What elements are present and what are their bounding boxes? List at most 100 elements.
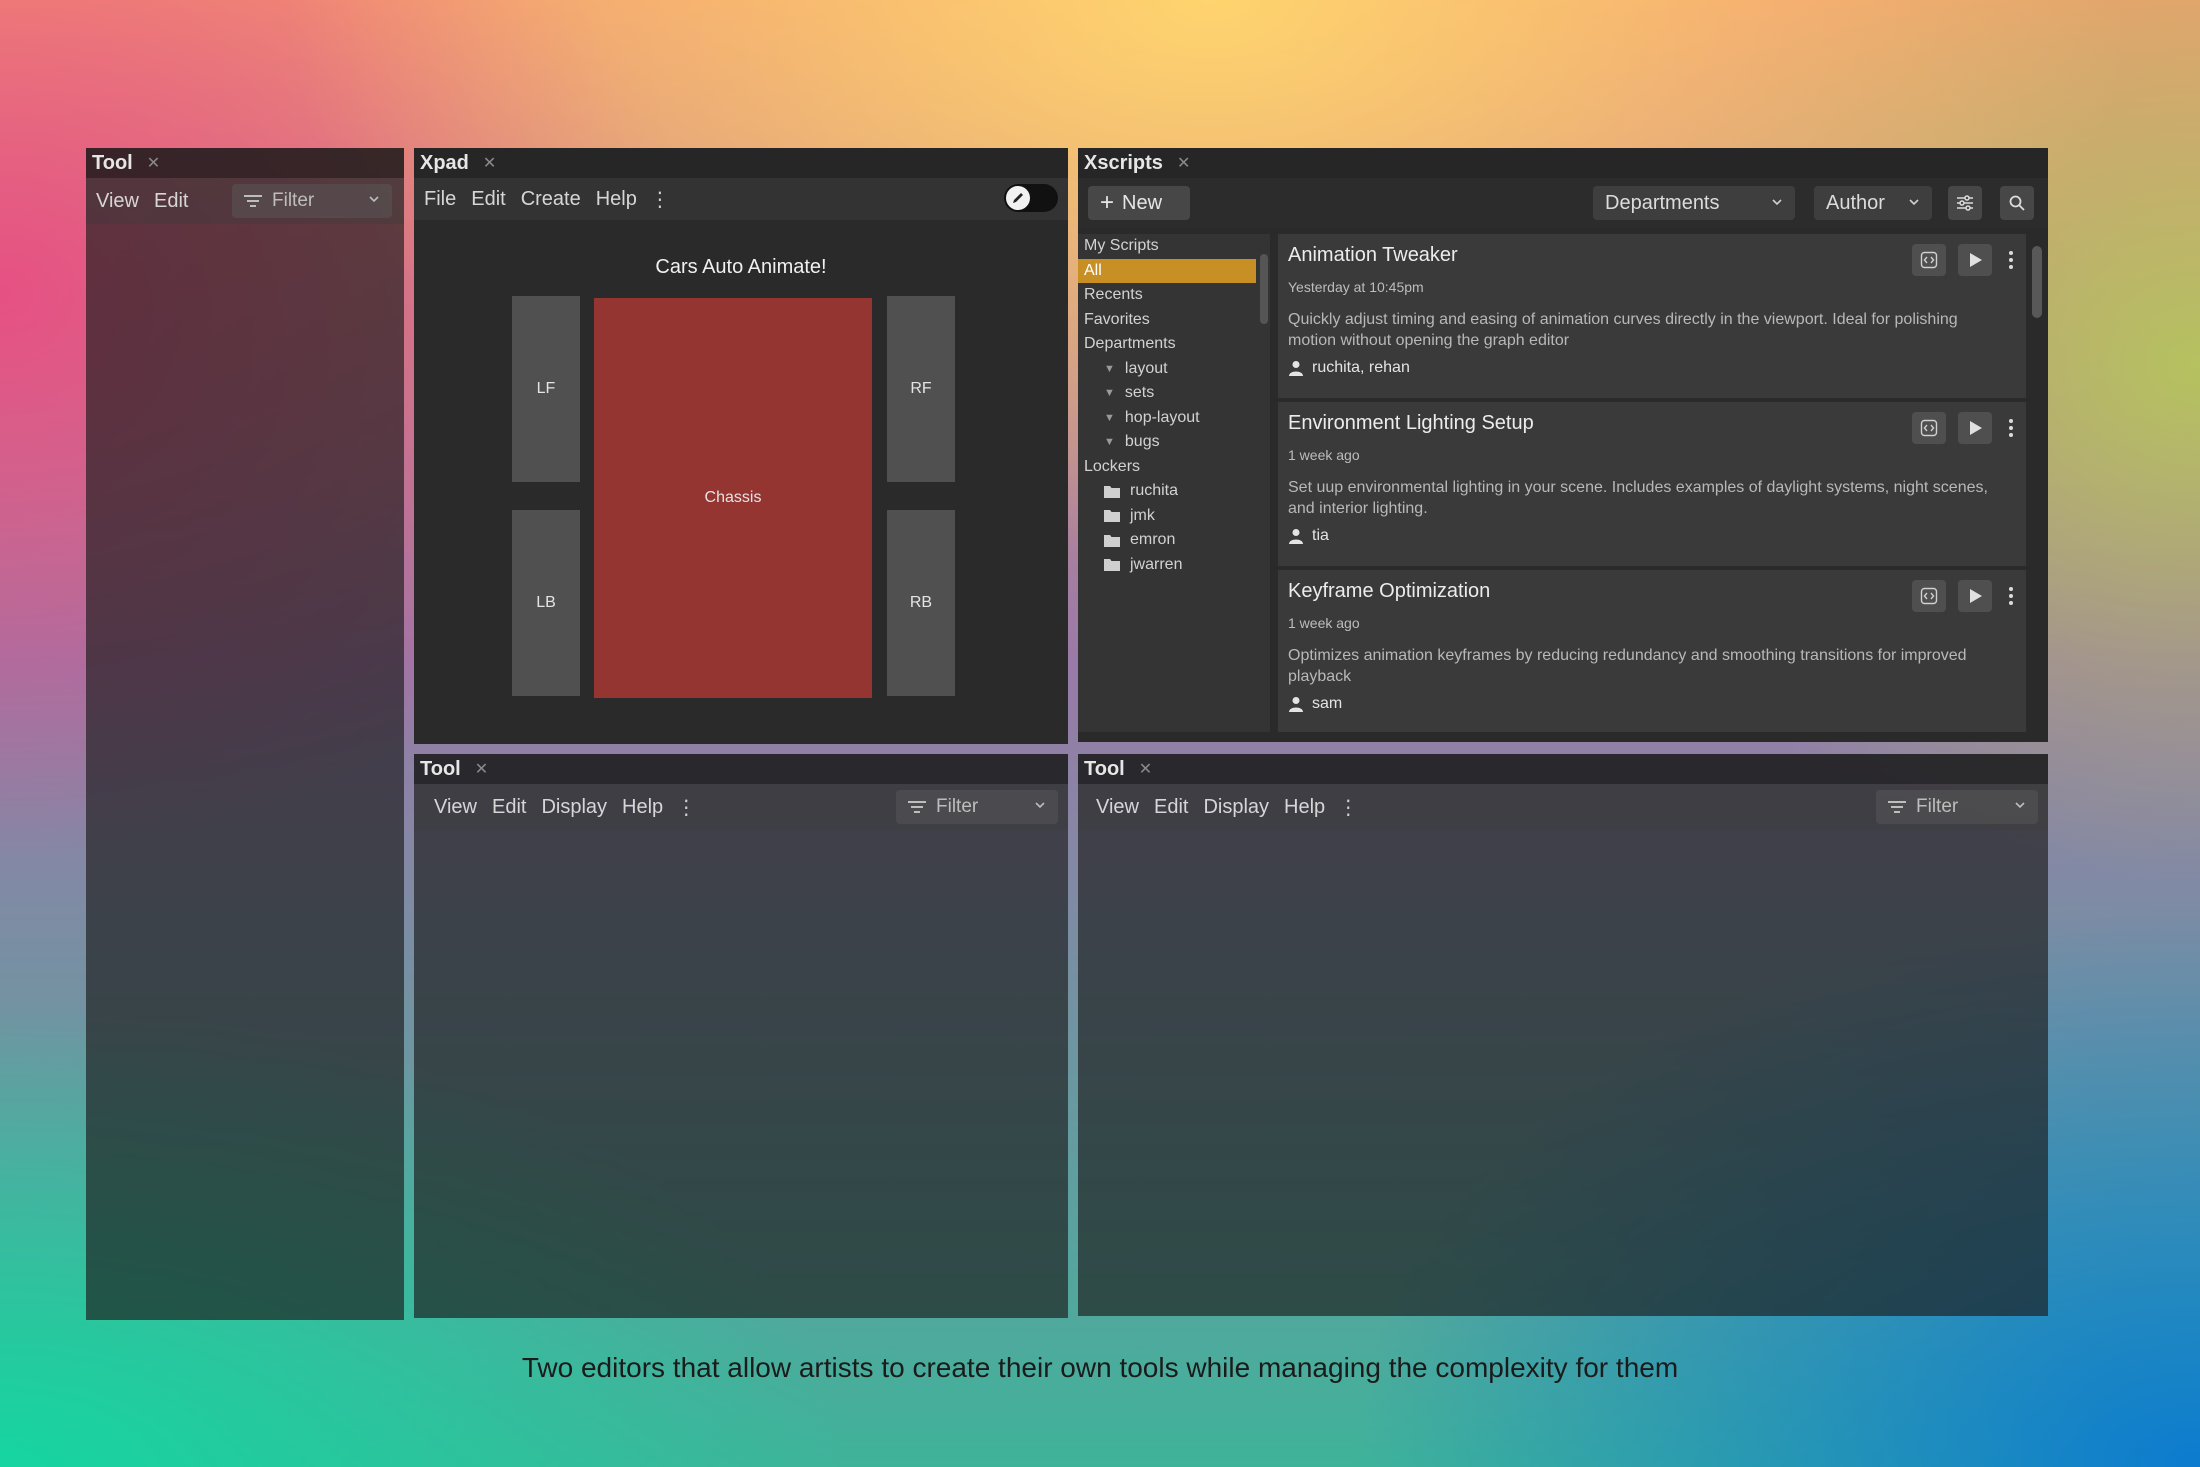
pencil-icon: [1006, 186, 1030, 210]
tab-title[interactable]: Tool: [92, 152, 133, 175]
sidebar-scrollbar[interactable]: [1260, 254, 1268, 324]
menu-display[interactable]: Display: [1203, 796, 1269, 819]
view-code-button[interactable]: [1912, 244, 1946, 276]
locker-label: ruchita: [1130, 482, 1179, 500]
menu-edit[interactable]: Edit: [471, 188, 505, 211]
departments-dropdown[interactable]: Departments: [1593, 186, 1795, 220]
code-icon: [1920, 251, 1938, 269]
chassis[interactable]: Chassis: [594, 298, 872, 698]
more-options-icon[interactable]: [2006, 418, 2016, 439]
play-icon: [1970, 253, 1982, 267]
user-icon: [1289, 697, 1303, 712]
more-options-icon[interactable]: [2006, 250, 2016, 271]
author-names: ruchita, rehan: [1312, 359, 1410, 376]
user-icon: [1289, 529, 1303, 544]
tool-panel-left: Tool ✕ View Edit Filter: [86, 148, 404, 1320]
more-options-icon[interactable]: ⋮: [1338, 795, 1358, 820]
chevron-down-icon: [2015, 802, 2025, 809]
menu-edit[interactable]: Edit: [492, 796, 526, 819]
menu-help[interactable]: Help: [1284, 796, 1325, 819]
department-label: sets: [1124, 384, 1155, 402]
filter-dropdown[interactable]: Filter: [232, 184, 392, 218]
menu-create[interactable]: Create: [521, 188, 581, 211]
sidebar-item-locker[interactable]: ruchita: [1078, 479, 1270, 504]
locker-label: jmk: [1130, 506, 1155, 524]
filter-dropdown[interactable]: Filter: [896, 790, 1058, 824]
menu-view[interactable]: View: [434, 796, 477, 819]
run-button[interactable]: [1958, 244, 1992, 276]
wheel-rb[interactable]: RB: [887, 510, 955, 696]
author-label: Author: [1826, 191, 1885, 214]
close-icon[interactable]: ✕: [1177, 153, 1190, 173]
script-author: ruchita, rehan: [1288, 359, 2016, 377]
script-author: tia: [1288, 527, 2016, 545]
settings-sliders-button[interactable]: [1948, 186, 1982, 220]
script-list-scrollbar[interactable]: [2032, 246, 2042, 318]
script-card[interactable]: Environment Lighting Setup 1 week ago Se…: [1278, 402, 2026, 566]
menu-display[interactable]: Display: [541, 796, 607, 819]
sidebar-item-locker[interactable]: emron: [1078, 528, 1270, 553]
menu-edit[interactable]: Edit: [154, 190, 188, 213]
wheel-rf[interactable]: RF: [887, 296, 955, 482]
search-button[interactable]: [2000, 186, 2034, 220]
menu-view[interactable]: View: [1096, 796, 1139, 819]
close-icon[interactable]: ✕: [147, 153, 160, 173]
wheel-lf[interactable]: LF: [512, 296, 580, 482]
xpad-panel: Xpad ✕ File Edit Create Help ⋮ Cars Auto…: [414, 148, 1068, 744]
run-button[interactable]: [1958, 412, 1992, 444]
caption-text: Two editors that allow artists to create…: [521, 1352, 1679, 1383]
folder-icon: [1104, 534, 1120, 547]
view-code-button[interactable]: [1912, 580, 1946, 612]
author-dropdown[interactable]: Author: [1814, 186, 1932, 220]
chevron-down-icon: [1909, 199, 1919, 206]
close-icon[interactable]: ✕: [483, 153, 496, 173]
sidebar-item-department[interactable]: ▼ sets: [1078, 381, 1270, 406]
menu-help[interactable]: Help: [622, 796, 663, 819]
filter-dropdown[interactable]: Filter: [1876, 790, 2038, 824]
locker-label: jwarren: [1130, 555, 1183, 573]
sidebar-item-locker[interactable]: jwarren: [1078, 553, 1270, 578]
tab-bar: Xpad ✕: [414, 148, 1068, 178]
search-icon: [2009, 195, 2025, 211]
sidebar-item-favorites[interactable]: Favorites: [1078, 308, 1270, 333]
sidebar-header-my-scripts: My Scripts: [1084, 237, 1159, 255]
sidebar-item-department[interactable]: ▼ bugs: [1078, 430, 1270, 455]
script-card[interactable]: Keyframe Optimization 1 week ago Optimiz…: [1278, 570, 2026, 732]
close-icon[interactable]: ✕: [1139, 759, 1152, 779]
sidebar-item-locker[interactable]: jmk: [1078, 504, 1270, 529]
wheel-lb[interactable]: LB: [512, 510, 580, 696]
menu-file[interactable]: File: [424, 188, 456, 211]
sidebar-item-recents[interactable]: Recents: [1078, 283, 1270, 308]
code-icon: [1920, 419, 1938, 437]
close-icon[interactable]: ✕: [475, 759, 488, 779]
menu-help[interactable]: Help: [596, 188, 637, 211]
filter-icon: [244, 192, 262, 210]
scripts-sidebar: My Scripts All Recents Favorites Departm…: [1078, 234, 1270, 732]
view-code-button[interactable]: [1912, 412, 1946, 444]
tool-panel-bottom-right: Tool ✕ View Edit Display Help ⋮ Filter: [1078, 754, 2048, 1316]
tab-title[interactable]: Xscripts: [1084, 152, 1163, 175]
triangle-down-icon: ▼: [1104, 387, 1115, 400]
sidebar-item-department[interactable]: ▼ layout: [1078, 357, 1270, 382]
script-description: Optimizes animation keyframes by reducin…: [1288, 647, 1967, 685]
run-button[interactable]: [1958, 580, 1992, 612]
folder-icon: [1104, 510, 1120, 523]
menu-view[interactable]: View: [96, 190, 139, 213]
sidebar-item-all[interactable]: All: [1078, 258, 1256, 283]
more-options-icon[interactable]: ⋮: [676, 795, 696, 820]
more-options-icon[interactable]: [2006, 586, 2016, 607]
new-script-button[interactable]: + New: [1088, 186, 1190, 220]
sidebar-item-department[interactable]: ▼ hop-layout: [1078, 406, 1270, 431]
tool-panel-bottom-left: Tool ✕ View Edit Display Help ⋮ Filter: [414, 754, 1068, 1318]
xscripts-panel: Xscripts ✕ + New Departments Author My S…: [1078, 148, 2048, 742]
tab-title[interactable]: Tool: [1084, 758, 1125, 781]
tab-title[interactable]: Tool: [420, 758, 461, 781]
menu-edit[interactable]: Edit: [1154, 796, 1188, 819]
department-label: hop-layout: [1124, 408, 1200, 426]
script-list: Animation Tweaker Yesterday at 10:45pm Q…: [1278, 234, 2026, 732]
card-actions: [1900, 412, 2016, 444]
script-card[interactable]: Animation Tweaker Yesterday at 10:45pm Q…: [1278, 234, 2026, 398]
edit-mode-toggle[interactable]: [1004, 184, 1058, 212]
tab-title[interactable]: Xpad: [420, 152, 469, 175]
more-options-icon[interactable]: ⋮: [650, 187, 670, 212]
